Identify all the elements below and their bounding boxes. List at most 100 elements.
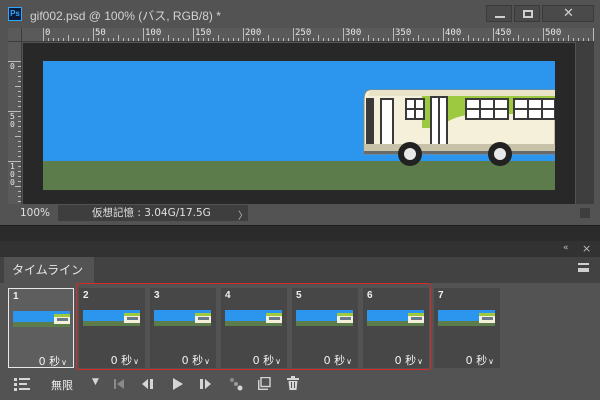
chevron-down-icon: ∨: [133, 357, 139, 366]
tab-timeline[interactable]: タイムライン: [4, 257, 94, 283]
ruler-tick: [223, 38, 224, 41]
ruler-tick: [18, 146, 21, 147]
close-button[interactable]: ✕: [542, 5, 594, 22]
ruler-tick: [198, 38, 199, 41]
ruler-tick: [53, 38, 54, 41]
trash-icon[interactable]: [287, 376, 299, 390]
animation-frame[interactable]: 7 0 秒∨: [434, 288, 500, 368]
animation-frame[interactable]: 5 0 秒∨: [292, 288, 358, 368]
frame-delay-dropdown[interactable]: 0 秒∨: [253, 352, 281, 368]
frame-delay-dropdown[interactable]: 0 秒∨: [324, 352, 352, 368]
ruler-tick: [443, 28, 444, 41]
ruler-tick: [328, 38, 329, 41]
ruler-label: 50: [10, 112, 15, 129]
frame-delay-value: 0 秒: [181, 354, 204, 367]
frame-delay-dropdown[interactable]: 0 秒∨: [39, 353, 67, 369]
animation-frame[interactable]: 3 0 秒∨: [150, 288, 216, 368]
status-bar: 100% 仮想記憶 : 3.04G/17.5G 〉: [8, 204, 594, 222]
ruler-tick: [448, 38, 449, 41]
play-icon[interactable]: [173, 378, 183, 390]
first-frame-icon[interactable]: [114, 379, 125, 389]
frame-number: 4: [225, 290, 231, 301]
chevron-down-icon[interactable]: ▼: [92, 377, 99, 387]
ruler-tick: [363, 38, 364, 41]
ruler-tick: [203, 38, 204, 41]
chevron-down-icon: ∨: [275, 357, 281, 366]
next-frame-icon[interactable]: [200, 379, 212, 389]
ruler-tick: [568, 35, 569, 41]
ruler-tick: [493, 28, 494, 41]
ruler-label: 50: [95, 28, 106, 38]
ruler-tick: [508, 38, 509, 41]
ruler-tick: [18, 131, 21, 132]
ruler-tick: [413, 38, 414, 41]
panel-menu-icon[interactable]: [578, 263, 589, 272]
resize-grip[interactable]: [580, 208, 590, 218]
ruler-tick: [78, 38, 79, 41]
ruler-tick: [268, 35, 269, 41]
animation-frame[interactable]: 1 0 秒∨: [8, 288, 74, 368]
ruler-tick: [353, 38, 354, 41]
ruler-tick: [548, 38, 549, 41]
ruler-label: 450: [495, 28, 512, 38]
vertical-scrollbar[interactable]: [576, 42, 594, 204]
tween-icon[interactable]: [229, 377, 243, 391]
minimize-button[interactable]: [486, 5, 512, 22]
ruler-tick: [98, 38, 99, 41]
horizontal-ruler[interactable]: 0 50 100 150 200 250 300 350 400 450 500: [22, 28, 594, 42]
chevron-down-icon: ∨: [61, 358, 67, 367]
duplicate-frame-icon[interactable]: [258, 377, 271, 390]
ruler-tick: [588, 38, 589, 41]
frame-delay-dropdown[interactable]: 0 秒∨: [395, 352, 423, 368]
animation-frame[interactable]: 2 0 秒∨: [79, 288, 145, 368]
previous-frame-icon[interactable]: [142, 379, 154, 389]
maximize-button[interactable]: [514, 5, 540, 22]
close-panel-icon[interactable]: ×: [582, 242, 591, 255]
chevron-down-icon: ∨: [204, 357, 210, 366]
ruler-tick: [138, 38, 139, 41]
canvas[interactable]: [43, 61, 555, 190]
ruler-tick: [348, 38, 349, 41]
frame-delay-dropdown[interactable]: 0 秒∨: [466, 352, 494, 368]
frame-thumbnail: [13, 311, 70, 327]
ruler-tick: [18, 66, 21, 67]
ruler-tick: [563, 38, 564, 41]
ruler-tick: [253, 38, 254, 41]
ruler-tick: [338, 38, 339, 41]
frame-delay-value: 0 秒: [38, 355, 61, 368]
loop-option-label[interactable]: 無限: [51, 377, 73, 393]
ruler-tick: [538, 38, 539, 41]
status-menu-arrow-icon[interactable]: 〉: [238, 207, 248, 222]
ruler-tick: [88, 38, 89, 41]
ruler-label: 200: [245, 28, 262, 38]
frame-delay-dropdown[interactable]: 0 秒∨: [111, 352, 139, 368]
ruler-tick: [18, 201, 21, 202]
collapse-panel-icon[interactable]: «: [563, 243, 569, 253]
frame-delay-dropdown[interactable]: 0 秒∨: [182, 352, 210, 368]
document-title-bar[interactable]: Ps gif002.psd @ 100% (バス, RGB/8) * ✕: [0, 0, 600, 28]
ruler-tick: [228, 38, 229, 41]
ruler-tick: [323, 38, 324, 41]
ruler-tick: [168, 35, 169, 41]
ruler-tick: [528, 38, 529, 41]
ruler-tick: [18, 141, 21, 142]
document-window: Ps gif002.psd @ 100% (バス, RGB/8) * ✕ 0 50…: [0, 0, 600, 226]
ruler-tick: [15, 86, 21, 87]
animation-frame[interactable]: 6 0 秒∨: [363, 288, 429, 368]
ruler-tick: [453, 38, 454, 41]
vertical-ruler[interactable]: 0 50 100: [8, 42, 22, 204]
ruler-origin[interactable]: [8, 28, 22, 42]
chevron-down-icon: ∨: [346, 357, 352, 366]
ruler-tick: [553, 38, 554, 41]
ruler-tick: [473, 38, 474, 41]
ruler-label: 100: [145, 28, 162, 38]
ruler-tick: [488, 38, 489, 41]
animation-frame[interactable]: 4 0 秒∨: [221, 288, 287, 368]
ruler-tick: [18, 106, 21, 107]
zoom-level[interactable]: 100%: [20, 207, 50, 219]
ruler-tick: [18, 166, 21, 167]
convert-to-video-timeline-icon[interactable]: [14, 377, 30, 391]
virtual-memory-readout[interactable]: 仮想記憶 : 3.04G/17.5G: [58, 205, 248, 221]
document-title: gif002.psd @ 100% (バス, RGB/8) *: [30, 9, 221, 23]
ruler-tick: [303, 38, 304, 41]
